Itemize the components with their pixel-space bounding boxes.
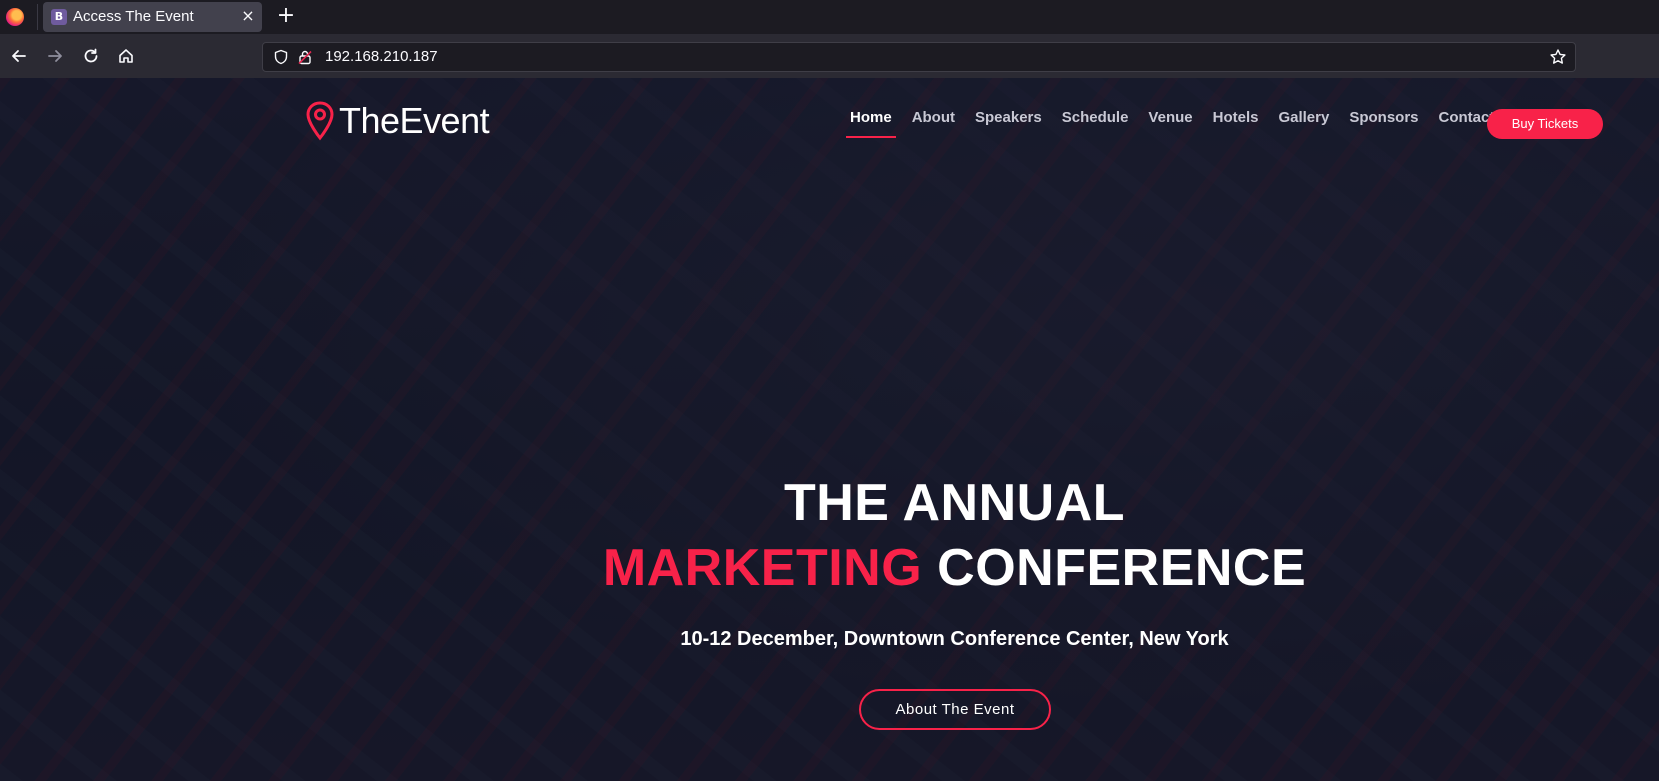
logo-text: TheEvent (339, 100, 490, 141)
menu-item-sponsors[interactable]: Sponsors (1349, 109, 1418, 132)
hero-title-rest: CONFERENCE (922, 539, 1307, 597)
map-pin-icon (306, 101, 334, 141)
reload-button[interactable] (78, 43, 104, 69)
new-tab-button[interactable]: + (274, 4, 298, 28)
menu-item-schedule[interactable]: Schedule (1062, 109, 1129, 132)
firefox-icon[interactable] (6, 8, 24, 26)
back-arrow-icon (12, 50, 26, 62)
forward-arrow-icon (48, 50, 62, 62)
hero-subtitle: 10-12 December, Downtown Conference Cent… (680, 628, 1229, 650)
tab-separator (37, 4, 38, 30)
menu-item-speakers[interactable]: Speakers (975, 109, 1042, 132)
hero-title-line2: MARKETING CONFERENCE (0, 538, 1659, 598)
buy-tickets-button[interactable]: Buy Tickets (1487, 109, 1603, 139)
main-menu: Home About Speakers Schedule Venue Hotel… (846, 109, 1514, 138)
menu-item-home[interactable]: Home (846, 109, 896, 138)
menu-item-hotels[interactable]: Hotels (1213, 109, 1259, 132)
home-button[interactable] (113, 43, 139, 69)
back-button[interactable] (6, 43, 32, 69)
reload-icon (84, 48, 98, 63)
browser-tab-bar: B Access The Event × + (0, 0, 1659, 34)
tab-title: Access The Event (73, 8, 194, 25)
about-event-button[interactable]: About The Event (859, 689, 1051, 730)
hero-title-line1: THE ANNUAL (783, 474, 1126, 532)
menu-item-contact[interactable]: Contact (1439, 109, 1495, 132)
insecure-lock-icon[interactable] (297, 49, 313, 65)
forward-button[interactable] (42, 43, 68, 69)
url-text[interactable]: 192.168.210.187 (325, 48, 438, 65)
browser-toolbar: 192.168.210.187 (0, 34, 1659, 78)
site-logo[interactable]: TheEvent (305, 100, 490, 142)
menu-item-venue[interactable]: Venue (1148, 109, 1192, 132)
url-bar[interactable]: 192.168.210.187 (262, 42, 1576, 72)
menu-item-gallery[interactable]: Gallery (1278, 109, 1329, 132)
hero-title-accent: MARKETING (602, 539, 923, 597)
menu-item-about[interactable]: About (912, 109, 955, 132)
tab-close-icon[interactable]: × (238, 6, 258, 26)
bookmark-star-icon[interactable] (1549, 48, 1567, 66)
browser-tab[interactable]: B Access The Event × (43, 2, 262, 32)
hero-section: TheEvent Home About Speakers Schedule Ve… (0, 78, 1659, 781)
home-icon (119, 49, 133, 63)
tab-favicon-icon: B (51, 9, 67, 25)
shield-icon[interactable] (273, 49, 289, 65)
